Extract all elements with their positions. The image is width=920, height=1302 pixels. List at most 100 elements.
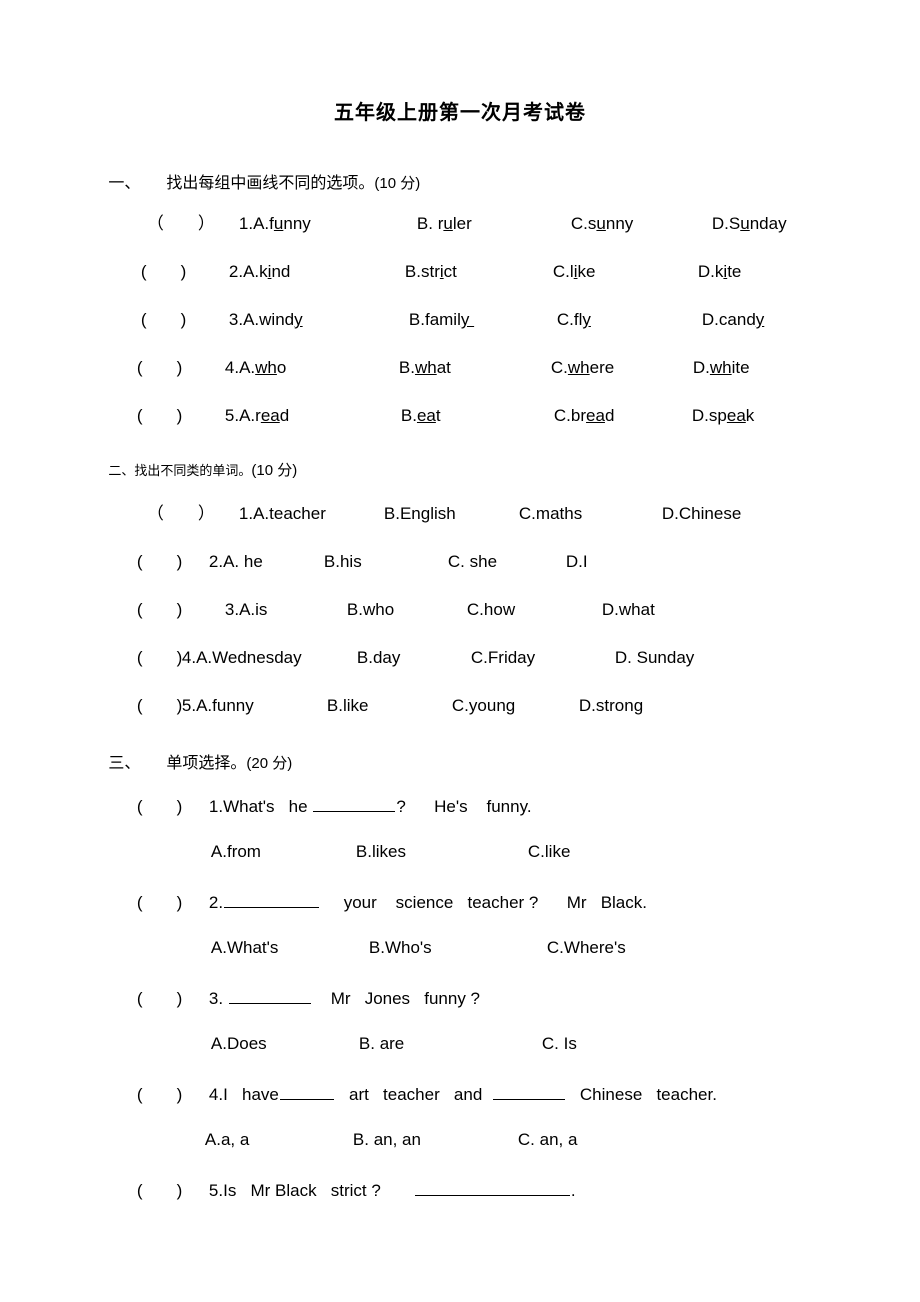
s3-item-1-bracket[interactable]: ( ) (137, 798, 209, 815)
s3-item-5-stem-part1: Is Mr Black strict ? (223, 1181, 414, 1201)
s1-item-2-option-a: 2.A.kind (228, 262, 291, 281)
section-2-instruction: 找出不同类的单词。 (134, 464, 252, 479)
s3-item-4-bracket[interactable]: ( ) (137, 1086, 209, 1103)
s2-item-4-option-d: D. Sunday (614, 648, 695, 667)
s1-item-1: （ ） 1.A.funny B. ruler C.sunny D.Sunday (128, 198, 787, 249)
s2-item-2-option-c: C. she (447, 552, 498, 571)
s1-item-5-bracket[interactable]: ( ) (137, 407, 225, 424)
s2-item-4: ( )4.A.Wednesday B.day C.Friday D. Sunday (118, 632, 694, 683)
section-2-marks: (10 分) (251, 462, 298, 479)
s2-item-5-option-c: C.young (451, 696, 516, 715)
s3-item-1-choice-c[interactable]: C.like (528, 843, 571, 860)
s3-item-1-choices: A.from B.likes C.like (192, 826, 571, 877)
s1-item-4-bracket[interactable]: ( ) (137, 359, 225, 376)
s2-item-5-bracket[interactable]: ( ) (137, 697, 182, 714)
s3-item-4-choice-b[interactable]: B. an, an (353, 1131, 518, 1148)
s1-item-3-option-b: B.family (408, 310, 475, 329)
s2-item-4-option-b: B.day (356, 648, 401, 667)
s3-item-3-stem-part2: Mr Jones funny ? (311, 989, 480, 1009)
s1-item-3-option-d: D.candy (701, 310, 765, 329)
s3-item-1-stem-part1: What's he (223, 797, 313, 817)
s3-item-5-stem-part2: . (570, 1181, 576, 1201)
s3-item-4-answer-blank-1[interactable] (279, 1083, 334, 1101)
s3-item-3-stem: ( ) 3. Mr Jones funny ? (118, 970, 480, 1024)
s3-item-1-choice-b[interactable]: B.likes (356, 843, 528, 860)
s2-item-3-bracket[interactable]: ( ) (137, 601, 225, 618)
s3-item-1-stem: ( ) 1.What's he ? He's funny. (118, 778, 532, 832)
s2-item-3: ( ) 3.A.is B.who C.how D.what (118, 584, 655, 635)
s3-item-2-choices: A.What's B.Who's C.Where's (192, 922, 626, 973)
s2-item-1-option-b: B.English (383, 504, 456, 523)
s1-item-2-bracket[interactable]: ( ) (141, 263, 229, 280)
s3-item-2-choice-c[interactable]: C.Where's (547, 939, 626, 956)
section-1-instruction: 找出每组中画线不同的选项。 (166, 173, 375, 192)
s2-item-2-bracket[interactable]: ( ) (137, 553, 209, 570)
s3-item-4-choices: A.a, a B. an, an C. an, a (186, 1114, 578, 1165)
s3-item-5-number: 5. (208, 1181, 224, 1201)
s1-item-5-option-b: B.eat (400, 406, 441, 425)
s2-item-2-option-a: 2.A. he (208, 552, 263, 571)
section-1-marks: (10 分) (374, 175, 421, 192)
s2-item-5: ( )5.A.funny B.like C.young D.strong (118, 680, 643, 731)
section-2-number: 二、 (108, 464, 135, 479)
s3-item-3-choice-c[interactable]: C. Is (542, 1035, 577, 1052)
s2-item-5-option-b: B.like (326, 696, 369, 715)
s1-item-1-option-a: 1.A.funny (238, 214, 311, 233)
s3-item-1-choice-a[interactable]: A.from (211, 843, 356, 860)
s3-item-4-answer-blank-2[interactable] (492, 1083, 565, 1101)
s3-item-4-stem: ( ) 4.I have art teacher and Chinese teac… (118, 1066, 717, 1120)
s3-item-3-bracket[interactable]: ( ) (137, 990, 209, 1007)
s1-item-5-option-a: 5.A.read (224, 406, 290, 425)
s1-item-3-option-c: C.fly (556, 310, 591, 329)
s3-item-4-number: 4. (208, 1085, 224, 1105)
s1-item-5-option-c: C.bread (553, 406, 615, 425)
s3-item-2-stem-part2: your science teacher ? Mr Black. (320, 893, 647, 913)
s3-item-5-answer-blank[interactable] (414, 1179, 570, 1197)
s1-item-1-bracket[interactable]: （ ） (147, 215, 239, 232)
s3-item-3-choices: A.Does B. are C. Is (192, 1018, 577, 1069)
s3-item-3-choice-a[interactable]: A.Does (211, 1035, 359, 1052)
s1-item-3-option-a: 3.A.windy (228, 310, 303, 329)
s3-item-4-stem-part1: I have (223, 1085, 279, 1105)
s3-item-1-answer-blank[interactable] (313, 795, 396, 813)
s2-item-4-option-c: C.Friday (470, 648, 536, 667)
s1-item-3: ( ) 3.A.windy B.family C.fly D.candy (122, 294, 764, 345)
s2-item-5-option-d: D.strong (578, 696, 644, 715)
s3-item-2-choice-b[interactable]: B.Who's (369, 939, 547, 956)
s1-item-1-option-c: C.sunny (570, 214, 634, 233)
section-1-number: 一、 (108, 173, 141, 192)
section-3-instruction: 单项选择。 (166, 753, 247, 772)
s3-item-3-choice-b[interactable]: B. are (359, 1035, 542, 1052)
s2-item-3-option-b: B.who (346, 600, 395, 619)
s3-item-4-stem-part2: art teacher and (334, 1085, 492, 1105)
s3-item-2-stem: ( ) 2. your science teacher ? Mr Black. (118, 874, 647, 928)
s1-item-2: ( ) 2.A.kind B.strict C.like D.kite (122, 246, 741, 297)
s2-item-1-option-c: C.maths (518, 504, 583, 523)
s2-item-4-bracket[interactable]: ( ) (137, 649, 182, 666)
s1-item-1-option-b: B. ruler (416, 214, 472, 233)
s2-item-4-option-a: 4.A.Wednesday (181, 648, 302, 667)
section-3-number: 三、 (108, 753, 141, 772)
s3-item-4-stem-part3: Chinese teacher. (565, 1085, 717, 1105)
s3-item-3-answer-blank[interactable] (228, 987, 311, 1005)
section-3-marks: (20 分) (246, 755, 293, 772)
s3-item-2-number: 2. (208, 893, 224, 913)
s2-item-1-bracket[interactable]: （ ） (147, 505, 239, 522)
s3-item-5-stem: ( ) 5.Is Mr Black strict ? . (118, 1162, 576, 1216)
s2-item-5-option-a: 5.A.funny (181, 696, 254, 715)
s1-item-4-option-b: B.what (398, 358, 451, 377)
s3-item-2-choice-a[interactable]: A.What's (211, 939, 369, 956)
s1-item-2-option-d: D.kite (697, 262, 742, 281)
s1-item-4: ( ) 4.A.who B.what C.where D.white (118, 342, 750, 393)
s3-item-4-choice-a[interactable]: A.a, a (205, 1131, 353, 1148)
s2-item-2-option-b: B.his (323, 552, 362, 571)
s3-item-2-bracket[interactable]: ( ) (137, 894, 209, 911)
s3-item-5-bracket[interactable]: ( ) (137, 1182, 209, 1199)
s3-item-2-answer-blank[interactable] (224, 891, 320, 909)
s2-item-1-option-d: D.Chinese (661, 504, 742, 523)
s1-item-3-bracket[interactable]: ( ) (141, 311, 229, 328)
s2-item-2-option-d: D.I (565, 552, 588, 571)
s3-item-1-number: 1. (208, 797, 224, 817)
s3-item-4-choice-c[interactable]: C. an, a (518, 1131, 578, 1148)
exam-paper-page: 五年级上册第一次月考试卷 一、 找出每组中画线不同的选项。(10 分) （ ） 1.… (0, 0, 920, 1302)
